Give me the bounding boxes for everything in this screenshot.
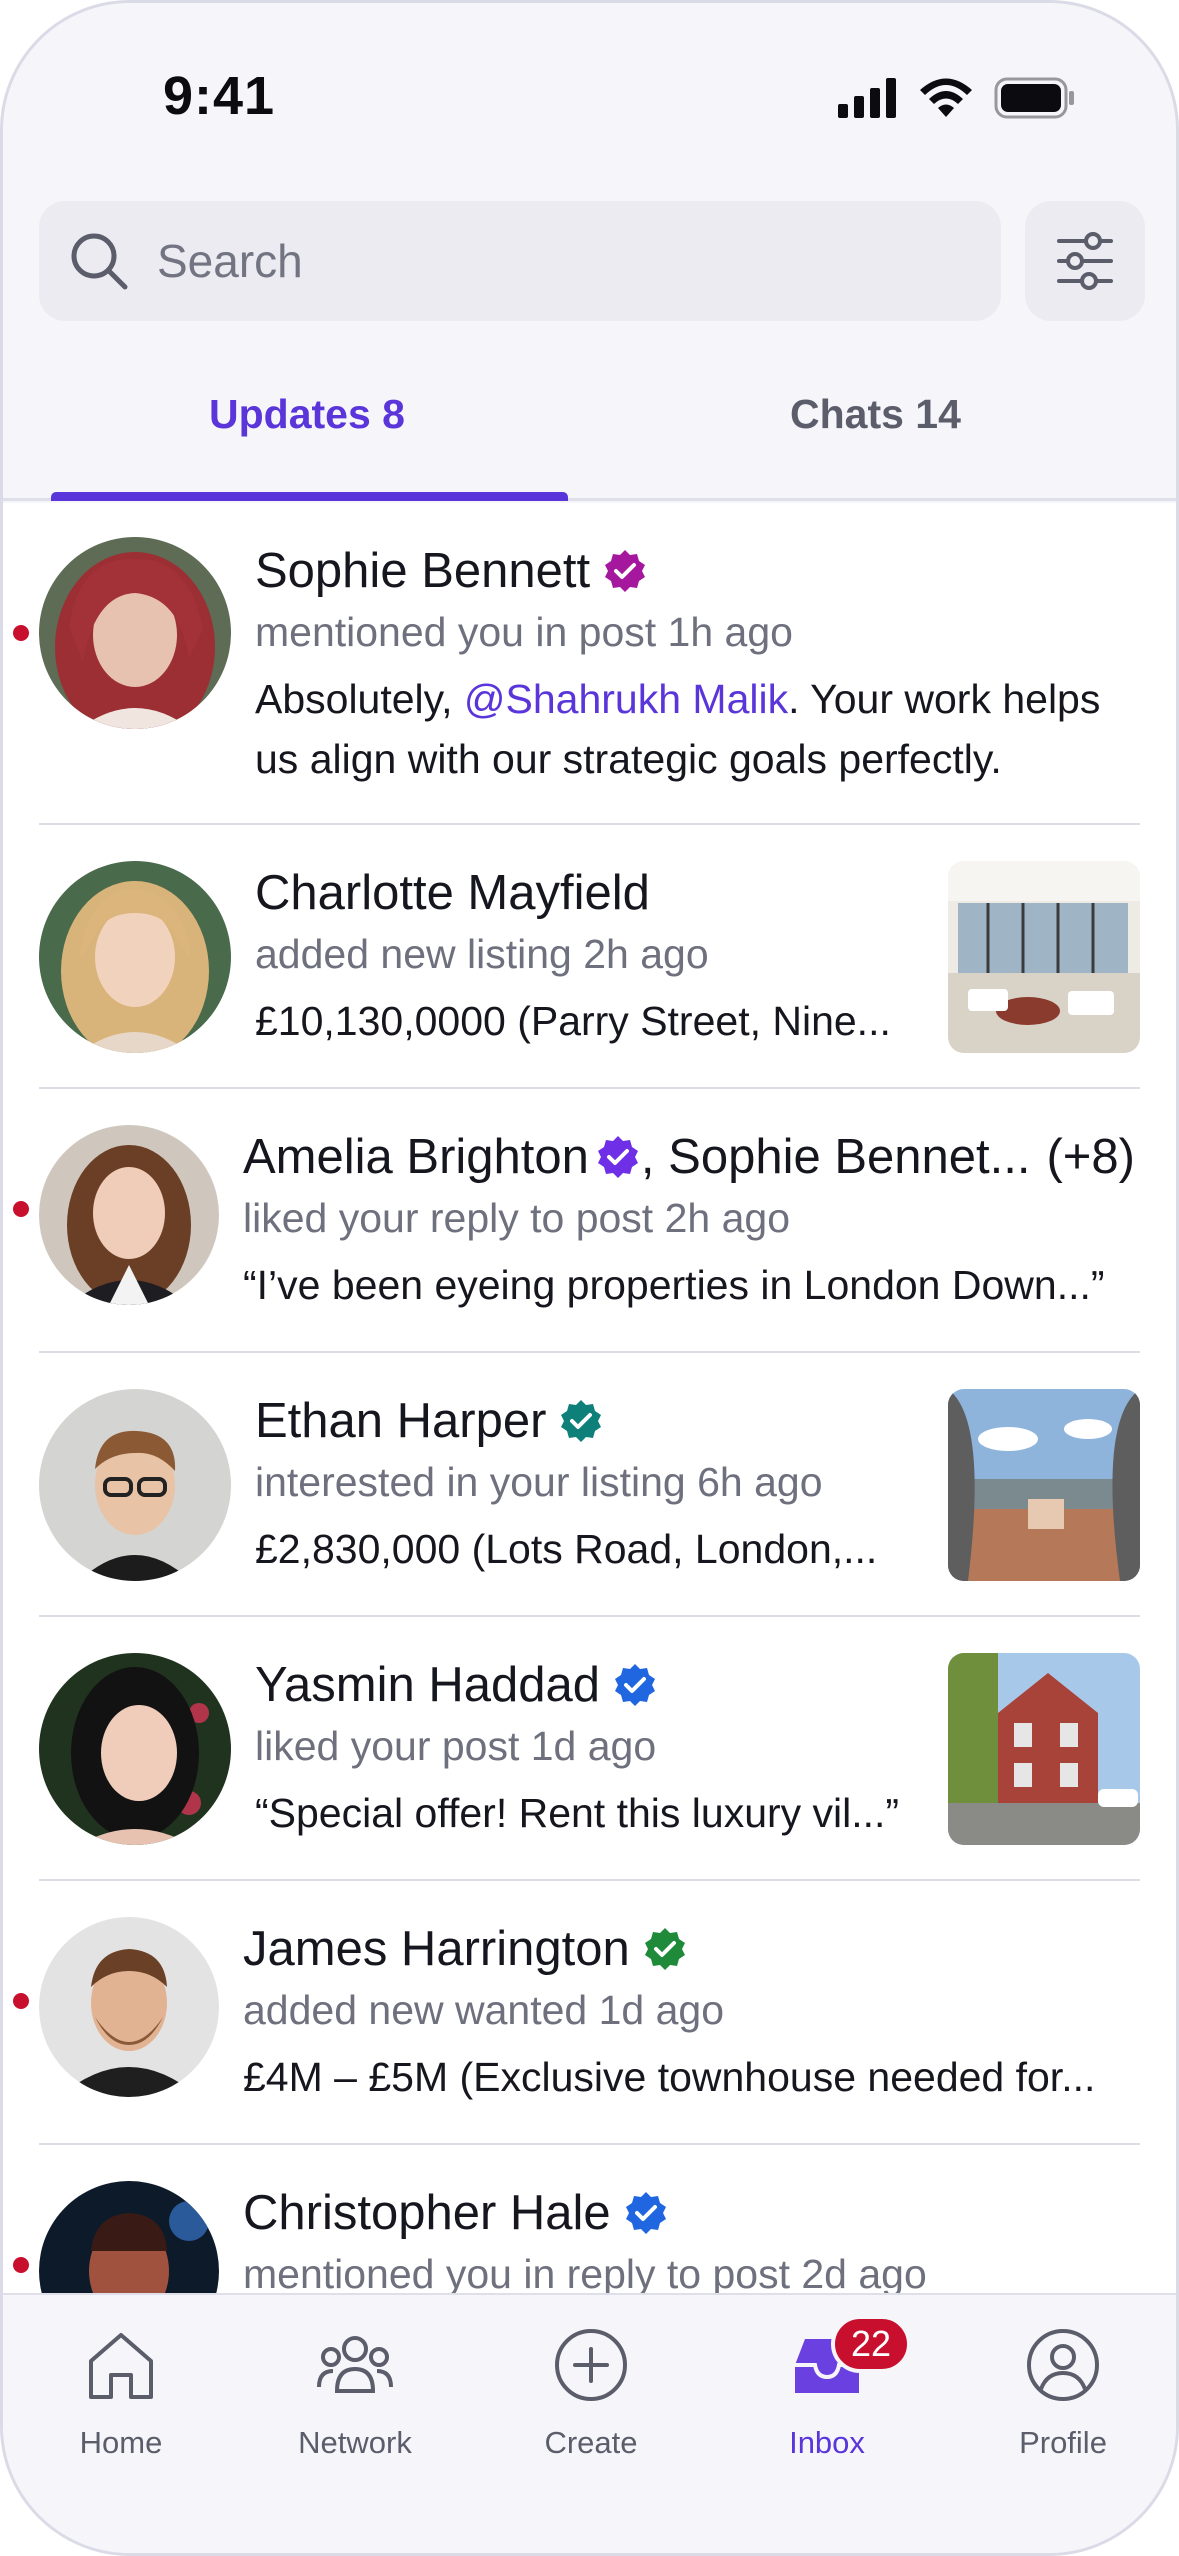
user-name[interactable]: Amelia Brighton	[243, 1129, 589, 1185]
wifi-icon	[920, 78, 972, 117]
notification-name-line: Christopher Hale	[243, 2185, 669, 2241]
user-name[interactable]: Ethan Harper	[255, 1393, 546, 1449]
user-name[interactable]: James Harrington	[243, 1921, 630, 1977]
preview-text: £10,130,0000 (Parry Street, Nine...	[255, 998, 891, 1044]
notification-name-line: Yasmin Haddad	[255, 1657, 658, 1713]
activity-text: added new wanted 1d ago	[243, 1987, 725, 2033]
preview-start: Absolutely,	[255, 676, 464, 722]
avatar[interactable]	[39, 1125, 219, 1305]
avatar[interactable]	[39, 1917, 219, 2097]
activity-text: mentioned you in reply to post 2d ago	[243, 2251, 927, 2293]
avatar[interactable]	[39, 861, 231, 1053]
preview-text: £4M – £5M (Exclusive townhouse needed fo…	[243, 2054, 1096, 2100]
unread-dot	[13, 625, 29, 641]
user-name[interactable]: Yasmin Haddad	[255, 1657, 600, 1713]
cellular-signal-icon	[838, 78, 896, 118]
battery-icon	[994, 77, 1074, 119]
status-icons	[838, 77, 1076, 119]
activity-text: mentioned you in post 1h ago	[255, 609, 793, 655]
sliders-icon	[1057, 232, 1113, 290]
verified-badge-icon	[597, 1136, 638, 1178]
activity-text: liked your reply to post 2h ago	[243, 1195, 790, 1241]
extra-user-count: (+8)	[1046, 1130, 1135, 1184]
notification-item[interactable]: Sophie Bennett mentioned you in post 1h …	[3, 503, 1176, 825]
inbox-unread-badge: 22	[831, 2315, 911, 2373]
unread-dot	[13, 1201, 29, 1217]
tab-home-label: Home	[79, 2425, 163, 2460]
tab-network-label: Network	[298, 2425, 412, 2460]
user-name[interactable]: Charlotte Mayfield	[255, 865, 650, 921]
status-bar: 9:41	[3, 3, 1176, 193]
notification-item[interactable]: Yasmin Haddad liked your post 1d ago “Sp…	[3, 1617, 1176, 1881]
network-icon	[317, 2336, 393, 2393]
search-box[interactable]	[39, 201, 1001, 321]
notification-name-line: Charlotte Mayfield	[255, 865, 650, 921]
notification-name-line: Ethan Harper	[255, 1393, 604, 1449]
notification-item[interactable]: Amelia Brighton , Sophie Bennet... (+8) …	[3, 1089, 1176, 1353]
preview-text: “Special offer! Rent this luxury vil...”	[255, 1790, 900, 1836]
tab-inbox[interactable]: 22 Inbox	[727, 2315, 927, 2461]
status-time: 9:41	[163, 66, 276, 126]
tab-network[interactable]: Network	[255, 2325, 455, 2461]
avatar[interactable]	[39, 537, 231, 729]
profile-icon	[1027, 2329, 1099, 2401]
preview-text: “I’ve been eyeing properties in London D…	[243, 1262, 1105, 1308]
tab-profile[interactable]: Profile	[963, 2325, 1163, 2461]
notification-item[interactable]: Christopher Hale mentioned you in reply …	[3, 2145, 1176, 2293]
unread-dot	[13, 2257, 29, 2273]
activity-text: interested in your listing 6h ago	[255, 1459, 823, 1505]
plus-circle-icon	[555, 2329, 627, 2401]
preview-text: Absolutely, @Shahrukh Malik. Your work h…	[255, 669, 1155, 789]
filter-button[interactable]	[1025, 201, 1145, 321]
listing-thumbnail[interactable]	[948, 1653, 1140, 1845]
notification-item[interactable]: Charlotte Mayfield added new listing 2h …	[3, 825, 1176, 1089]
avatar[interactable]	[39, 2181, 219, 2293]
tab-updates[interactable]: Updates 8	[209, 391, 405, 438]
activity-text: added new listing 2h ago	[255, 931, 709, 977]
tab-home[interactable]: Home	[21, 2325, 221, 2461]
user-name[interactable]: Sophie Bennett	[255, 543, 590, 599]
verified-badge-icon	[644, 1928, 685, 1970]
tab-profile-label: Profile	[1019, 2425, 1107, 2460]
search-icon	[71, 233, 128, 290]
preview-text: £2,830,000 (Lots Road, London,...	[255, 1526, 878, 1572]
other-user-names[interactable]: , Sophie Bennet...	[641, 1129, 1031, 1185]
notification-item[interactable]: James Harrington added new wanted 1d ago…	[3, 1881, 1176, 2145]
tab-create-label: Create	[544, 2425, 638, 2460]
active-tab-indicator	[51, 492, 568, 501]
notification-name-line: James Harrington	[243, 1921, 688, 1977]
user-name[interactable]: Christopher Hale	[243, 2185, 611, 2241]
notification-name-line: Amelia Brighton , Sophie Bennet... (+8)	[243, 1129, 1135, 1185]
notification-name-line: Sophie Bennett	[255, 543, 648, 599]
verified-badge-icon	[561, 1400, 602, 1442]
mention-link[interactable]: @Shahrukh Malik	[464, 676, 788, 722]
search-input[interactable]	[157, 201, 977, 321]
activity-text: liked your post 1d ago	[255, 1723, 657, 1769]
notification-list: Sophie Bennett mentioned you in post 1h …	[3, 503, 1176, 2293]
listing-thumbnail[interactable]	[948, 1389, 1140, 1581]
inbox-tabs: Updates 8 Chats 14	[3, 363, 1176, 501]
notification-item[interactable]: Ethan Harper interested in your listing …	[3, 1353, 1176, 1617]
search-row	[39, 201, 1147, 321]
verified-badge-icon	[605, 550, 646, 592]
bottom-tab-bar: Home Network Create 22 Inbox Profile	[3, 2293, 1176, 2553]
tab-chats[interactable]: Chats 14	[790, 391, 961, 438]
home-icon	[89, 2333, 153, 2399]
avatar[interactable]	[39, 1653, 231, 1845]
phone-screen: 9:41 Search Updates 8 Chats 14 Sophie Be…	[0, 0, 1179, 2556]
verified-badge-icon	[615, 1664, 656, 1706]
listing-thumbnail[interactable]	[948, 861, 1140, 1053]
unread-dot	[13, 1993, 29, 2009]
tab-create[interactable]: Create	[491, 2325, 691, 2461]
verified-badge-icon	[625, 2192, 666, 2234]
tab-inbox-label: Inbox	[789, 2425, 865, 2460]
avatar[interactable]	[39, 1389, 231, 1581]
